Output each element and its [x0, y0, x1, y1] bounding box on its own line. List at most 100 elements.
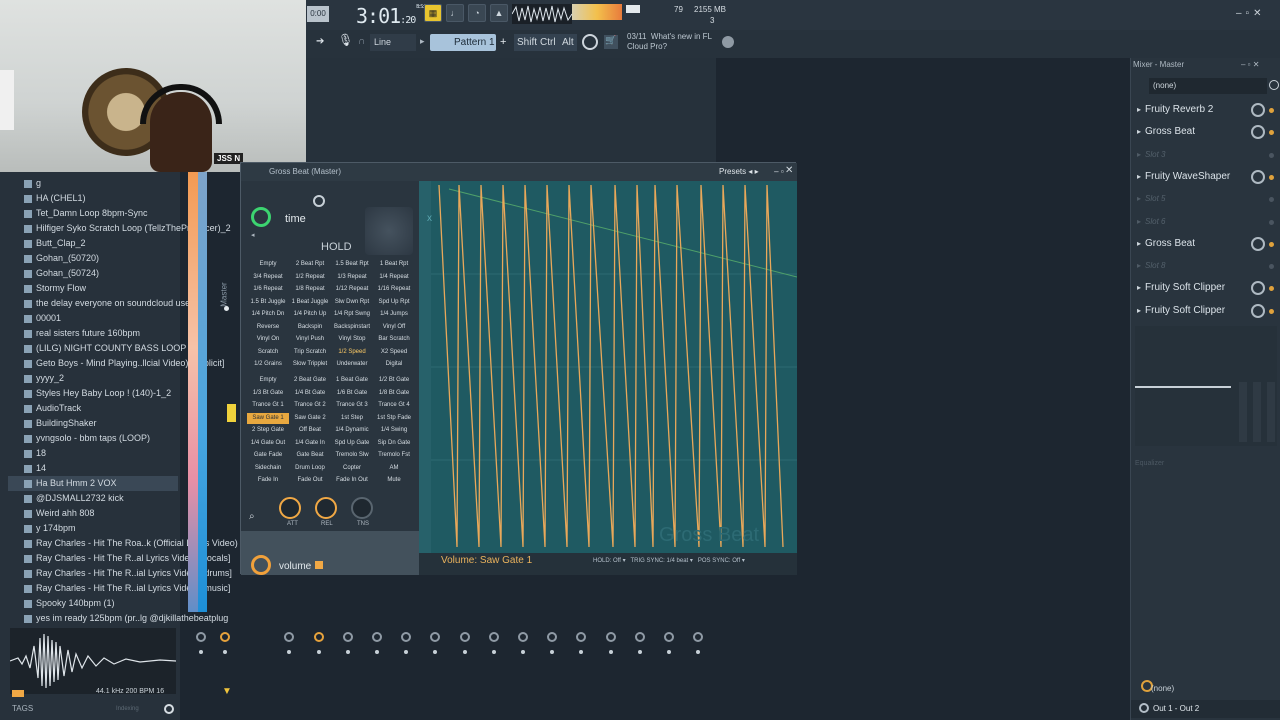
eq-fader-1[interactable] [1239, 382, 1247, 442]
mixer-track-pan-knob[interactable] [664, 632, 674, 642]
preset-button[interactable]: Trance Gt 3 [331, 400, 373, 411]
preset-button[interactable]: Mute [373, 475, 415, 486]
browser-item[interactable]: Butt_Clap_2 [8, 236, 178, 251]
tags-label[interactable]: TAGS [12, 704, 33, 713]
eq-fader-3[interactable] [1267, 382, 1275, 442]
effect-slot[interactable]: Fruity Reverb 2 [1145, 102, 1213, 118]
trig-sync-value[interactable]: 1/4 beat [667, 558, 689, 564]
slot-enable-led[interactable] [1269, 108, 1274, 113]
slot-mix-knob[interactable] [1251, 236, 1265, 251]
preset-button[interactable]: 2 Step Gate [247, 425, 289, 436]
mixer-track-pan-knob[interactable] [459, 632, 470, 642]
browser-item[interactable]: Geto Boys - Mind Playing..llcial Video) … [8, 356, 224, 371]
preset-button[interactable]: Fade In Out [331, 475, 373, 486]
browser-item[interactable]: 18 [8, 446, 178, 461]
close-icon[interactable]: ✕ [785, 165, 793, 176]
plugin-title[interactable]: Gross Beat (Master) [241, 163, 797, 181]
ctrl-key-button[interactable]: Ctrl [537, 34, 559, 51]
mixer-track-pan-knob[interactable] [372, 632, 382, 642]
preset-button[interactable]: 1st Stp Fade [373, 413, 415, 424]
preset-button[interactable]: 1/4 Bt Gate [289, 388, 331, 399]
browser-item[interactable]: yes im ready 125bpm (pr..lg @djkillatheb… [8, 611, 228, 626]
mixer-track-pan-knob[interactable] [547, 632, 558, 642]
mixer-track-pan-knob[interactable] [284, 632, 295, 642]
slot-expand-icon[interactable]: ▸ [1137, 127, 1141, 136]
pattern-selector[interactable]: Pattern 1 [430, 34, 496, 51]
preset-button[interactable]: 1/4 Dynamic [331, 425, 373, 436]
mixer-track-pan-knob[interactable] [518, 632, 528, 642]
microphone-icon[interactable]: 🎙 [338, 33, 353, 51]
browser-item[interactable]: Styles Hey Baby Loop ! (140)-1_2 [8, 386, 178, 401]
preset-button[interactable]: Slow Tripplet [289, 359, 331, 370]
preset-button[interactable]: 1/6 Bt Gate [331, 388, 373, 399]
mixer-track-pan-knob[interactable] [576, 632, 587, 642]
wait-input-icon[interactable]: ◔ [468, 4, 486, 22]
browser-item[interactable]: g [8, 176, 178, 191]
master-fader[interactable] [227, 404, 236, 422]
effect-slot[interactable]: Slot 5 [1145, 191, 1165, 207]
preset-button[interactable]: 1/4 Rpt Swng [331, 309, 373, 320]
browser-item[interactable]: Spooky 140bpm (1) [8, 596, 178, 611]
preset-button[interactable]: Drum Loop [289, 463, 331, 474]
slot-mix-knob[interactable] [1251, 281, 1265, 296]
graph-options[interactable]: HOLD: Off ▾ TRIG SYNC: 1/4 beat ▾ POS SY… [593, 557, 745, 564]
preset-button[interactable]: Empty [247, 375, 289, 386]
browser-item[interactable]: y 174bpm [8, 521, 178, 536]
browser-item[interactable]: Ray Charles - Hit The R..ial Lyrics Vide… [8, 566, 232, 581]
preset-button[interactable]: 1/4 Repeat [373, 272, 415, 283]
preset-button[interactable]: 1st Step [331, 413, 373, 424]
preset-button[interactable]: Vinyl Off [373, 322, 415, 333]
release-knob[interactable] [315, 497, 337, 519]
preset-button[interactable]: Vinyl Stop [331, 334, 373, 345]
attack-knob[interactable] [279, 497, 301, 519]
pattern-mode-icon[interactable]: ▦ [424, 4, 442, 22]
effect-slot[interactable]: Fruity Soft Clipper [1145, 280, 1225, 296]
search-icon[interactable] [164, 704, 174, 714]
time-mix-knob[interactable] [251, 207, 271, 227]
preset-button[interactable]: 1/16 Repeat [373, 284, 415, 295]
slot-mix-knob[interactable] [1251, 103, 1265, 117]
preset-button[interactable]: Slw Dwn Rpt [331, 297, 373, 308]
pos-sync-value[interactable]: Off [732, 558, 740, 564]
mixer-input-icon[interactable] [1269, 80, 1279, 90]
mixer-track-pan-knob[interactable] [634, 632, 645, 642]
news-settings-icon[interactable] [722, 36, 734, 48]
preset-button[interactable]: 1/2 Speed [331, 347, 373, 358]
shop-icon[interactable]: 🛒 [604, 35, 618, 49]
preset-button[interactable]: 3/4 Repeat [247, 272, 289, 283]
preview-play-icon[interactable] [12, 690, 24, 697]
xy-pad[interactable] [365, 207, 413, 255]
touch-icon[interactable] [582, 34, 598, 50]
preset-button[interactable]: Trance Gt 4 [373, 400, 415, 411]
mixer-equalizer[interactable] [1135, 326, 1277, 446]
preset-button[interactable]: 1/12 Repeat [331, 284, 373, 295]
preset-button[interactable]: Empty [247, 259, 289, 270]
preset-button[interactable]: Off Beat [289, 425, 331, 436]
preset-button[interactable]: Underwater [331, 359, 373, 370]
preset-button[interactable]: 2 Beat Rpt [289, 259, 331, 270]
preset-button[interactable]: Spd Up Gate [331, 438, 373, 449]
browser-item[interactable]: yyyy_2 [8, 371, 178, 386]
browser-item[interactable]: Gohan_(50724) [8, 266, 178, 281]
mixer-track-pan-knob[interactable] [342, 632, 353, 642]
alt-key-button[interactable]: Alt [559, 34, 577, 51]
slot-enable-led[interactable] [1269, 152, 1274, 158]
preset-button[interactable]: 1/6 Repeat [247, 284, 289, 295]
mixer-output-select[interactable]: Out 1 - Out 2 [1153, 704, 1199, 713]
slot-expand-icon[interactable]: ▸ [1137, 172, 1141, 181]
preset-button[interactable]: Tremolo Fst [373, 450, 415, 461]
mixer-track-pan-knob[interactable] [430, 632, 441, 642]
slot-expand-icon[interactable]: ▸ [1137, 261, 1141, 270]
slot-expand-icon[interactable]: ▸ [1137, 105, 1141, 114]
mixer-input-select[interactable]: (none) [1149, 78, 1267, 94]
browser-item[interactable]: real sisters future 160bpm [8, 326, 178, 341]
preset-button[interactable]: 1/8 Bt Gate [373, 388, 415, 399]
preset-button[interactable]: Bar Scratch [373, 334, 415, 345]
preset-button[interactable]: 1.5 Bt Juggle [247, 297, 289, 308]
zoom-icon[interactable]: ⌕ [249, 511, 255, 522]
preset-button[interactable]: 1 Beat Juggle [289, 297, 331, 308]
mixer-track-pan-knob[interactable] [693, 632, 704, 642]
preset-button[interactable]: X2 Speed [373, 347, 415, 358]
slot-expand-icon[interactable]: ▸ [1137, 194, 1141, 203]
effect-slot[interactable]: Gross Beat [1145, 124, 1195, 140]
